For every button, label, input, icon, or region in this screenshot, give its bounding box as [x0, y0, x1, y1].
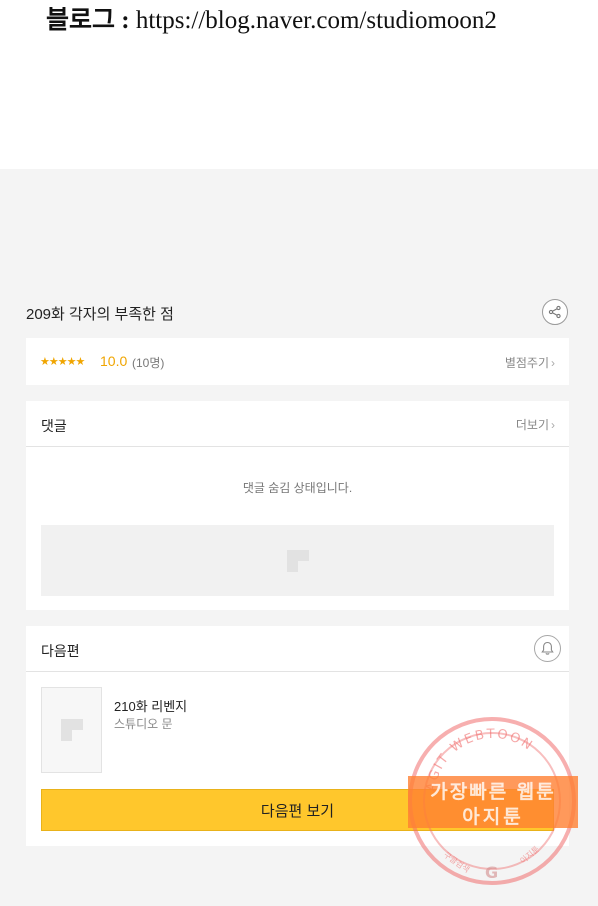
svg-text:G: G [485, 863, 498, 882]
placeholder-image-icon [286, 549, 309, 572]
comment-card: 댓글 더보기 › 댓글 숨김 상태입니다. [26, 401, 569, 610]
next-episode-header: 다음편 [26, 626, 569, 672]
share-button[interactable] [542, 299, 568, 325]
rating-stars: ★★★★★ [40, 356, 85, 368]
comment-more-link[interactable]: 더보기 › [516, 416, 555, 433]
svg-text:구글검색: 구글검색 [442, 849, 472, 874]
next-episode-card: 다음편 210화 리벤지 스튜디오 문 다음편 보기 [26, 626, 569, 846]
next-episode-section-title: 다음편 [41, 643, 80, 659]
ad-placeholder [41, 525, 554, 596]
placeholder-image-icon [60, 719, 83, 741]
episode-title: 209화 각자의 부족한 점 [26, 306, 174, 323]
comment-hidden-message: 댓글 숨김 상태입니다. [242, 481, 353, 495]
notification-button[interactable] [534, 635, 561, 662]
rate-link-label: 별점주기 [504, 356, 549, 370]
share-icon [548, 305, 561, 319]
bell-icon [541, 641, 554, 655]
chevron-right-icon: › [551, 356, 555, 370]
blog-line: 블로그 : https://blog.naver.com/studiomoon2 [46, 0, 497, 36]
chevron-right-icon: › [551, 418, 555, 432]
next-episode-author: 스튜디오 문 [114, 717, 173, 731]
comment-title: 댓글 [41, 418, 67, 434]
comment-header: 댓글 더보기 › [26, 401, 569, 447]
svg-text:아지툰: 아지툰 [518, 844, 541, 866]
next-episode-thumbnail[interactable] [41, 687, 102, 773]
view-next-episode-button[interactable]: 다음편 보기 [41, 789, 554, 831]
rating-count: (10명) [132, 356, 165, 370]
comment-more-label: 더보기 [515, 418, 549, 432]
top-banner: 블로그 : https://blog.naver.com/studiomoon2 [0, 0, 598, 169]
rating-card: ★★★★★ 10.0 (10명) 별점주기 › [26, 338, 569, 385]
next-episode-title[interactable]: 210화 리벤지 [114, 696, 187, 715]
blog-url: https://blog.naver.com/studiomoon2 [135, 7, 497, 34]
rating-score: 10.0 [100, 353, 128, 369]
rate-link[interactable]: 별점주기 › [505, 354, 555, 371]
blog-label: 블로그 : [46, 7, 130, 34]
